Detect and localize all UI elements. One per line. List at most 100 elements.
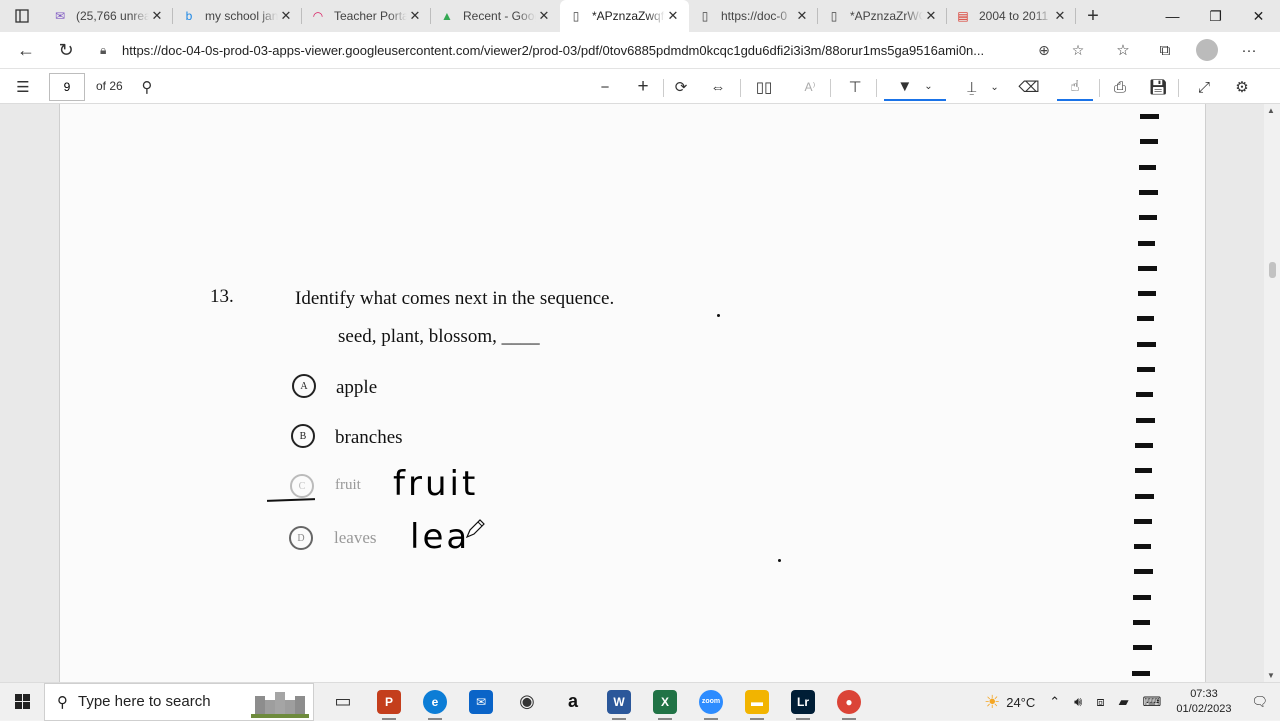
close-tab-icon[interactable]: ✕: [794, 8, 810, 24]
taskbar-app-edge[interactable]: e: [412, 683, 458, 721]
taskbar-search-box[interactable]: ⚲ Type here to search: [44, 682, 314, 721]
speck: [717, 314, 720, 317]
highlighter-icon: ⍊: [967, 78, 977, 96]
touch-write-button[interactable]: ☝: [1057, 73, 1093, 101]
pdf-page[interactable]: 13. Identify what comes next in the sequ…: [59, 104, 1206, 682]
option-b-bubble[interactable]: B: [291, 424, 315, 448]
hand-icon: ☝: [1070, 78, 1080, 95]
add-favorite-icon[interactable]: ☆: [1061, 42, 1095, 59]
taskbar-app-camera[interactable]: ◉: [504, 683, 550, 721]
rotate-button[interactable]: ⟳: [668, 73, 694, 101]
read-aloud-button[interactable]: A⁾: [797, 73, 823, 101]
option-d-bubble[interactable]: D: [289, 526, 313, 550]
expand-icon: ⤢: [1197, 78, 1210, 96]
zoom-magnifier-icon[interactable]: ⊕: [1027, 42, 1061, 59]
url-field[interactable]: 🔒︎ https://doc-04-0s-prod-03-apps-viewer…: [100, 36, 1095, 64]
volume-button[interactable]: 🔊︎: [1067, 683, 1089, 721]
taskbar-app-zoom[interactable]: zoom: [688, 683, 734, 721]
minimize-button[interactable]: —: [1151, 0, 1194, 32]
back-button[interactable]: ←: [8, 34, 44, 66]
notifications-button[interactable]: 🗨︎: [1239, 683, 1280, 721]
weather-widget[interactable]: ☀ 24°C: [977, 683, 1042, 721]
close-tab-icon[interactable]: ✕: [536, 8, 552, 24]
tab-actions-button[interactable]: [0, 0, 44, 32]
chrome-icon: ●: [837, 689, 861, 714]
browser-tab[interactable]: ▯ *APznzaZrWO ✕: [818, 0, 947, 32]
clock[interactable]: 07:33 01/02/2023: [1168, 687, 1239, 717]
network-button[interactable]: ▰: [1112, 683, 1136, 721]
page-view-button[interactable]: ▯▯: [751, 73, 777, 101]
taskbar-app-task-view[interactable]: ▭: [320, 683, 366, 721]
find-button[interactable]: ⚲: [136, 73, 158, 101]
read-aloud-icon: A⁾: [804, 80, 816, 94]
page-number-input[interactable]: 9: [49, 73, 85, 101]
add-text-button[interactable]: ⊤: [842, 73, 868, 101]
pdf-settings-button[interactable]: ⚙: [1229, 73, 1255, 101]
settings-menu-button[interactable]: ···: [1228, 34, 1270, 66]
browser-tab[interactable]: ▯ https://doc-0 ✕: [689, 0, 818, 32]
timing-mark: [1134, 493, 1154, 499]
taskbar-app-word[interactable]: W: [596, 683, 642, 721]
taskbar-app-lightroom[interactable]: Lr: [780, 683, 826, 721]
tab-title: my school jan: [205, 9, 278, 23]
address-bar: ← ↻ 🔒︎ https://doc-04-0s-prod-03-apps-vi…: [0, 32, 1280, 68]
browser-tab[interactable]: ▤ 2004 to 2011 ✕: [947, 0, 1076, 32]
browser-tab[interactable]: b my school jan ✕: [173, 0, 302, 32]
taskbar-app-amazon[interactable]: a: [550, 683, 596, 721]
scroll-thumb[interactable]: [1269, 262, 1276, 278]
chevron-up-icon: ⌃: [1049, 694, 1061, 709]
scroll-up-icon[interactable]: ▲: [1267, 106, 1275, 115]
plus-icon: +: [637, 76, 649, 97]
fit-width-button[interactable]: ⇔: [705, 73, 731, 101]
close-tab-icon[interactable]: ✕: [923, 8, 939, 24]
fullscreen-button[interactable]: ⤢: [1191, 73, 1217, 101]
collections-button[interactable]: ⧉: [1144, 34, 1186, 66]
browser-tab[interactable]: ▲ Recent - Google✕: [431, 0, 560, 32]
taskbar-app-chrome[interactable]: ●: [826, 683, 872, 721]
timing-mark: [1135, 442, 1154, 448]
meet-now-button[interactable]: ⧈: [1089, 683, 1111, 721]
print-button[interactable]: ⎙: [1107, 73, 1133, 101]
document-icon: ▯: [572, 9, 580, 23]
timing-mark: [1133, 620, 1150, 625]
document-viewport[interactable]: 13. Identify what comes next in the sequ…: [0, 104, 1280, 682]
highlight-button[interactable]: ⍊ ⌄: [952, 73, 1014, 101]
close-tab-icon[interactable]: ✕: [1052, 8, 1068, 24]
option-c-bubble[interactable]: C: [290, 474, 314, 498]
scroll-down-icon[interactable]: ▼: [1267, 671, 1275, 680]
contents-button[interactable]: ☰: [10, 73, 36, 101]
zoom-in-button[interactable]: +: [630, 73, 656, 101]
url-text[interactable]: https://doc-04-0s-prod-03-apps-viewer.go…: [122, 43, 1027, 58]
close-tab-icon[interactable]: ✕: [407, 8, 423, 24]
taskbar-app-mail[interactable]: ✉: [458, 683, 504, 721]
save-button[interactable]: 💾︎: [1145, 73, 1171, 101]
start-button[interactable]: [0, 683, 44, 721]
favorites-button[interactable]: ☆: [1102, 34, 1144, 66]
close-tab-icon[interactable]: ✕: [149, 8, 165, 24]
taskbar-app-excel[interactable]: X: [642, 683, 688, 721]
browser-tab[interactable]: ▯ *APznzaZwqfl ✕: [560, 0, 689, 32]
show-hidden-icons-button[interactable]: ⌃: [1042, 683, 1067, 721]
restore-button[interactable]: ❐: [1194, 0, 1237, 32]
browser-tab[interactable]: ✉ (25,766 unread)✕: [44, 0, 173, 32]
zoom-out-button[interactable]: −: [592, 73, 618, 101]
handwritten-answer-c: fruit: [393, 464, 479, 504]
timing-mark: [1136, 367, 1155, 372]
taskbar-apps: ▭ Pe ✉ ◉ a W Xzoom ▬ Lr ●: [320, 683, 872, 721]
close-window-button[interactable]: ✕: [1237, 0, 1280, 32]
close-tab-icon[interactable]: ✕: [665, 8, 681, 24]
system-tray: ☀ 24°C ⌃ 🔊︎ ⧈ ▰ ⌨ 07:33 01/02/2023 🗨︎: [977, 683, 1280, 721]
taskbar-app-powerpoint[interactable]: P: [366, 683, 412, 721]
vertical-scrollbar[interactable]: ▲ ▼: [1264, 104, 1280, 682]
profile-button[interactable]: [1186, 34, 1228, 66]
keyboard-button[interactable]: ⌨: [1136, 683, 1169, 721]
close-tab-icon[interactable]: ✕: [278, 8, 294, 24]
option-a-bubble[interactable]: A: [292, 374, 316, 398]
speaker-icon: 🔊︎: [1074, 694, 1083, 709]
draw-button[interactable]: ▼ ⌄: [884, 73, 946, 101]
refresh-button[interactable]: ↻: [48, 34, 84, 66]
taskbar-app-file-explorer[interactable]: ▬: [734, 683, 780, 721]
new-tab-button[interactable]: +: [1076, 0, 1110, 32]
browser-tab[interactable]: ◠ Teacher Portal ✕: [302, 0, 431, 32]
erase-button[interactable]: ⌫: [1016, 73, 1042, 101]
